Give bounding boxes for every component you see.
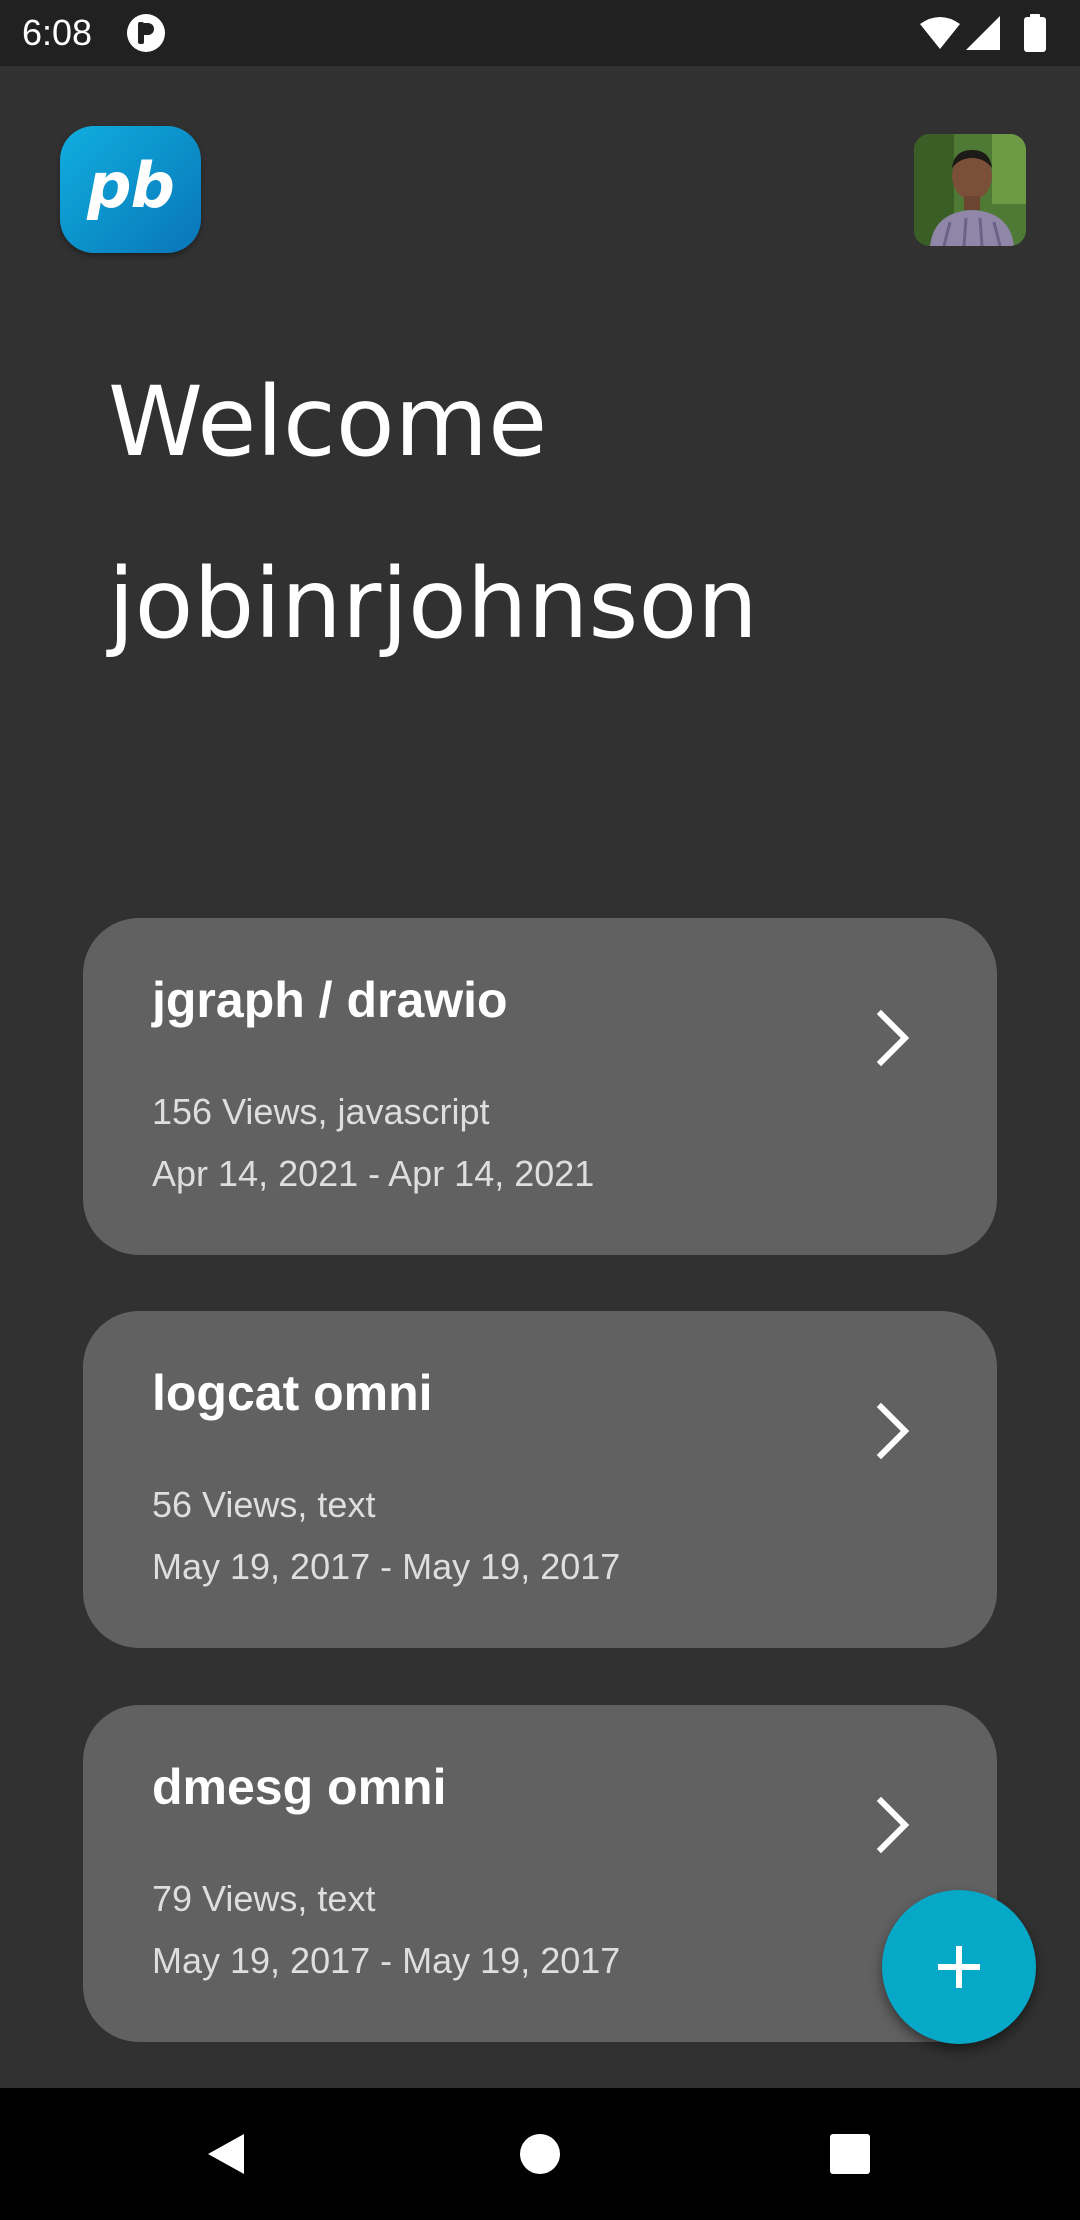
recents-square-icon[interactable] xyxy=(828,2132,872,2176)
paste-meta: 79 Views, text xyxy=(152,1878,376,1919)
paste-dates: Apr 14, 2021 - Apr 14, 2021 xyxy=(152,1153,595,1194)
user-avatar[interactable] xyxy=(914,134,1026,246)
status-time: 6:08 xyxy=(22,12,93,53)
paste-card[interactable]: jgraph / drawio 156 Views, javascript Ap… xyxy=(83,918,997,1255)
chevron-right-icon xyxy=(876,1796,910,1854)
paste-card[interactable]: logcat omni 56 Views, text May 19, 2017 … xyxy=(83,1311,997,1648)
paste-card[interactable]: dmesg omni 79 Views, text May 19, 2017 -… xyxy=(83,1705,997,2042)
welcome-heading: Welcome xyxy=(108,366,548,478)
paste-dates: May 19, 2017 - May 19, 2017 xyxy=(152,1546,621,1587)
paste-meta: 56 Views, text xyxy=(152,1484,376,1525)
paste-meta: 156 Views, javascript xyxy=(152,1091,490,1132)
add-paste-button[interactable] xyxy=(882,1890,1036,2044)
app-logo-text: pb xyxy=(87,149,175,222)
paste-title: logcat omni xyxy=(152,1365,433,1421)
status-bar: 6:08 xyxy=(0,0,1080,66)
username-heading: jobinrjohnson xyxy=(108,548,759,660)
cell-signal-icon xyxy=(966,16,1000,50)
app-logo: pb xyxy=(60,126,201,253)
paste-dates: May 19, 2017 - May 19, 2017 xyxy=(152,1940,621,1981)
app-notification-icon xyxy=(126,13,166,53)
navigation-bar xyxy=(0,2088,1080,2220)
wifi-icon xyxy=(920,17,960,49)
chevron-right-icon xyxy=(876,1402,910,1460)
home-circle-icon[interactable] xyxy=(518,2132,562,2176)
back-triangle-icon[interactable] xyxy=(204,2130,248,2178)
paste-title: dmesg omni xyxy=(152,1759,447,1815)
plus-icon xyxy=(938,1946,980,1988)
screen: 6:08 pb Welcome jobinrjohnson jgraph / d… xyxy=(0,0,1080,2220)
battery-full-icon xyxy=(1024,14,1046,52)
avatar-photo xyxy=(914,134,1026,246)
chevron-right-icon xyxy=(876,1009,910,1067)
paste-title: jgraph / drawio xyxy=(152,972,508,1028)
